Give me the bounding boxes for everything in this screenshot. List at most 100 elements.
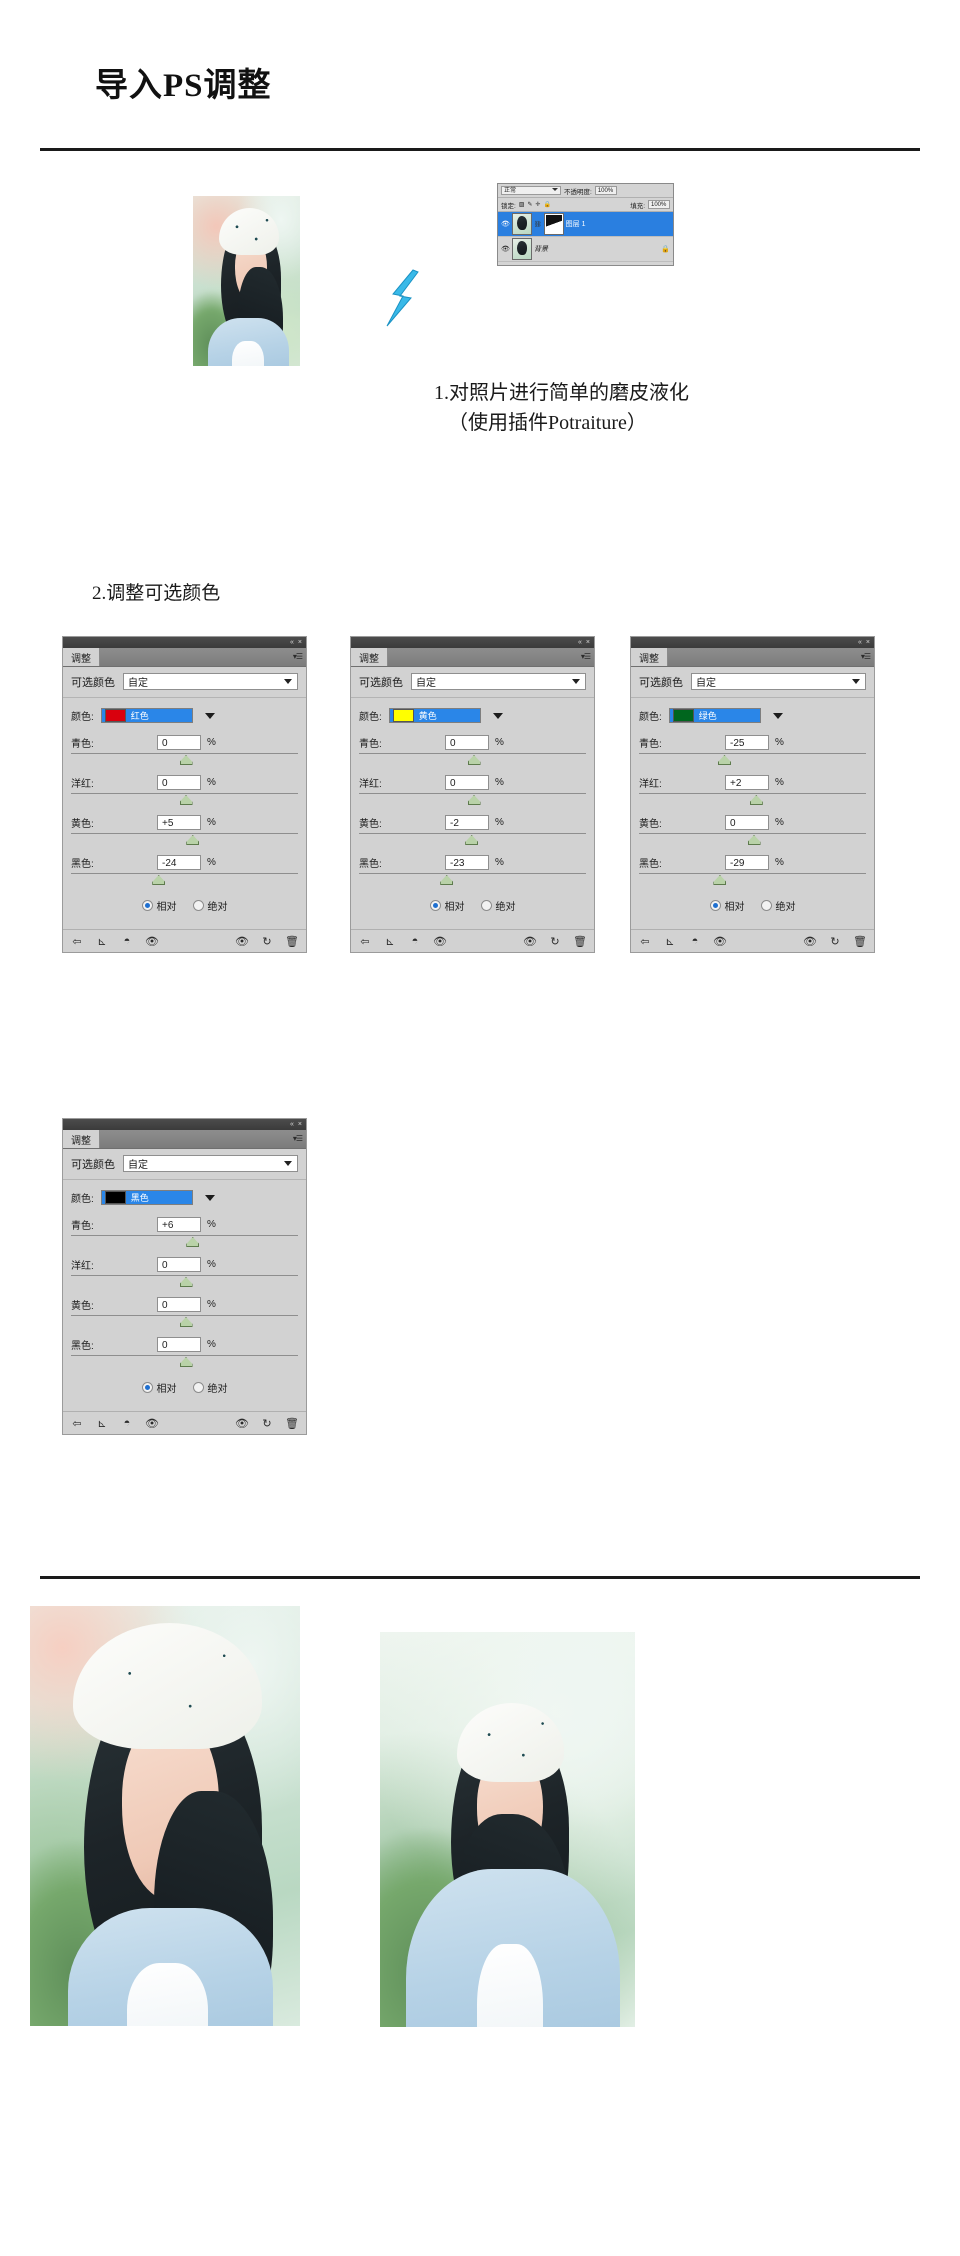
preview-eye-icon[interactable]: 👁 xyxy=(433,935,447,948)
lock-transparent-icon[interactable]: ▨ xyxy=(519,201,525,208)
method-radio-group[interactable]: 相对 绝对 xyxy=(639,898,866,913)
tab-adjustments[interactable]: 调整 xyxy=(351,648,388,666)
color-select[interactable]: 绿色 xyxy=(668,708,761,723)
slider-track[interactable] xyxy=(71,1355,298,1368)
radio-relative[interactable]: 相对 xyxy=(141,898,177,913)
slider-thumb[interactable] xyxy=(179,755,193,765)
color-row[interactable]: 颜色: 绿色 xyxy=(639,708,866,723)
panel-window-controls[interactable]: «× xyxy=(631,637,874,648)
slider-thumb[interactable] xyxy=(717,755,731,765)
slider-group[interactable]: 黄色: -2% xyxy=(359,815,586,846)
radio-absolute-dot[interactable] xyxy=(192,900,204,911)
slider-value[interactable]: +6 xyxy=(157,1217,201,1232)
slider-track[interactable] xyxy=(71,1235,298,1248)
slider-value[interactable]: -24 xyxy=(157,855,201,870)
view-previous-icon[interactable]: 👁 xyxy=(235,935,249,948)
mask-toggle-icon[interactable]: ◓ xyxy=(120,935,134,947)
slider-value[interactable]: 0 xyxy=(157,735,201,750)
selective-color-panel-4[interactable]: «× 调整 ▾☰ 可选颜色 自定 颜色: 黑色 青色: +6% 洋红: 0% 黄色: 0% 黑色: 0% 相对… xyxy=(62,1118,307,1435)
slider-thumb[interactable] xyxy=(467,755,481,765)
reset-icon[interactable]: ↻ xyxy=(260,935,274,948)
radio-relative[interactable]: 相对 xyxy=(141,1380,177,1395)
chevron-down-icon[interactable] xyxy=(492,712,503,719)
blend-mode-select[interactable]: 正常 xyxy=(501,186,561,195)
panel-window-controls[interactable]: «× xyxy=(63,637,306,648)
return-arrow-icon[interactable]: ⇦ xyxy=(358,935,372,948)
collapse-icon[interactable]: « xyxy=(858,639,862,646)
panel-menu-icon[interactable]: ▾☰ xyxy=(293,1134,303,1143)
radio-relative-dot[interactable] xyxy=(141,900,153,911)
panel-footer[interactable]: ⇦ ⊾ ◓ 👁 👁 ↻ 🗑 xyxy=(351,929,594,952)
slider-thumb[interactable] xyxy=(186,835,200,845)
slider-thumb[interactable] xyxy=(749,795,763,805)
slider-track[interactable] xyxy=(639,833,866,846)
slider-value[interactable]: 0 xyxy=(445,775,489,790)
lock-all-icon[interactable]: 🔒 xyxy=(544,201,551,208)
chevron-down-icon[interactable] xyxy=(204,712,215,719)
return-arrow-icon[interactable]: ⇦ xyxy=(638,935,652,948)
collapse-icon[interactable]: « xyxy=(290,639,294,646)
radio-relative-dot[interactable] xyxy=(429,900,441,911)
close-icon[interactable]: × xyxy=(298,1121,302,1128)
preview-eye-icon[interactable]: 👁 xyxy=(145,1417,159,1430)
color-row[interactable]: 颜色: 黑色 xyxy=(71,1190,298,1205)
panel-tab-bar[interactable]: 调整 ▾☰ xyxy=(63,648,306,667)
slider-group[interactable]: 青色: 0% xyxy=(71,735,298,766)
slider-group[interactable]: 黑色: 0% xyxy=(71,1337,298,1368)
chevron-down-icon[interactable] xyxy=(772,712,783,719)
preset-select[interactable]: 自定 xyxy=(411,673,586,690)
lock-icons[interactable]: ▨ ✎ ✛ 🔒 xyxy=(519,201,551,208)
panel-tab-bar[interactable]: 调整 ▾☰ xyxy=(631,648,874,667)
slider-value[interactable]: -23 xyxy=(445,855,489,870)
layers-panel[interactable]: 正常 不透明度: 100% 锁定: ▨ ✎ ✛ 🔒 填充: 100% 👁 ⛓ 图… xyxy=(497,183,674,266)
slider-group[interactable]: 黄色: +5% xyxy=(71,815,298,846)
slider-track[interactable] xyxy=(639,873,866,886)
mask-toggle-icon[interactable]: ◓ xyxy=(408,935,422,947)
slider-group[interactable]: 洋红: +2% xyxy=(639,775,866,806)
color-row[interactable]: 颜色: 黄色 xyxy=(359,708,586,723)
slider-track[interactable] xyxy=(71,833,298,846)
radio-relative[interactable]: 相对 xyxy=(429,898,465,913)
radio-relative[interactable]: 相对 xyxy=(709,898,745,913)
selective-color-panel-1[interactable]: «× 调整 ▾☰ 可选颜色 自定 颜色: 红色 青色: 0% 洋红: 0% 黄色: +5% 黑色: -24%… xyxy=(62,636,307,953)
collapse-icon[interactable]: « xyxy=(578,639,582,646)
slider-value[interactable]: 0 xyxy=(445,735,489,750)
view-previous-icon[interactable]: 👁 xyxy=(523,935,537,948)
layer-name[interactable]: 背景 xyxy=(534,244,548,254)
slider-thumb[interactable] xyxy=(179,1317,193,1327)
slider-group[interactable]: 洋红: 0% xyxy=(71,1257,298,1288)
clip-to-layer-icon[interactable]: ⊾ xyxy=(95,935,109,948)
link-icon[interactable]: ⛓ xyxy=(534,221,542,228)
slider-thumb[interactable] xyxy=(467,795,481,805)
slider-track[interactable] xyxy=(359,793,586,806)
slider-thumb[interactable] xyxy=(179,795,193,805)
slider-group[interactable]: 黑色: -24% xyxy=(71,855,298,886)
method-radio-group[interactable]: 相对 绝对 xyxy=(359,898,586,913)
slider-thumb[interactable] xyxy=(179,1357,193,1367)
slider-track[interactable] xyxy=(639,753,866,766)
opacity-value[interactable]: 100% xyxy=(594,186,617,195)
panel-footer[interactable]: ⇦ ⊾ ◓ 👁 👁 ↻ 🗑 xyxy=(63,1411,306,1434)
color-row[interactable]: 颜色: 红色 xyxy=(71,708,298,723)
slider-value[interactable]: -2 xyxy=(445,815,489,830)
preview-eye-icon[interactable]: 👁 xyxy=(145,935,159,948)
preview-eye-icon[interactable]: 👁 xyxy=(713,935,727,948)
preset-select[interactable]: 自定 xyxy=(691,673,866,690)
close-icon[interactable]: × xyxy=(298,639,302,646)
return-arrow-icon[interactable]: ⇦ xyxy=(70,1417,84,1430)
slider-track[interactable] xyxy=(71,873,298,886)
slider-thumb[interactable] xyxy=(179,1277,193,1287)
slider-group[interactable]: 青色: -25% xyxy=(639,735,866,766)
slider-group[interactable]: 黄色: 0% xyxy=(71,1297,298,1328)
method-radio-group[interactable]: 相对 绝对 xyxy=(71,898,298,913)
reset-icon[interactable]: ↻ xyxy=(260,1417,274,1430)
radio-relative-dot[interactable] xyxy=(141,1382,153,1393)
slider-group[interactable]: 青色: 0% xyxy=(359,735,586,766)
radio-absolute[interactable]: 绝对 xyxy=(480,898,516,913)
panel-footer[interactable]: ⇦ ⊾ ◓ 👁 👁 ↻ 🗑 xyxy=(631,929,874,952)
slider-group[interactable]: 洋红: 0% xyxy=(359,775,586,806)
slider-value[interactable]: 0 xyxy=(157,1297,201,1312)
slider-track[interactable] xyxy=(71,793,298,806)
clip-to-layer-icon[interactable]: ⊾ xyxy=(663,935,677,948)
method-radio-group[interactable]: 相对 绝对 xyxy=(71,1380,298,1395)
